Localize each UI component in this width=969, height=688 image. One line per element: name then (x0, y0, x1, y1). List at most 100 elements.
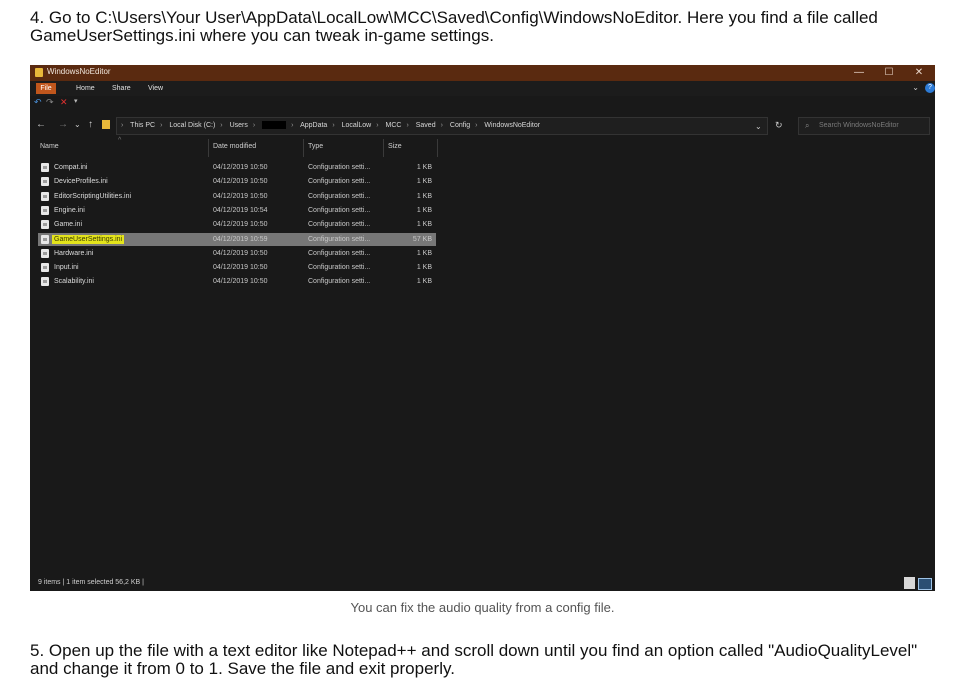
file-row[interactable]: Compat.ini 04/12/2019 10:50 Configuration … (38, 161, 436, 174)
back-button[interactable]: ← (36, 119, 46, 131)
breadcrumb-saved[interactable]: Saved (416, 122, 436, 129)
ini-file-icon (41, 248, 49, 258)
breadcrumb-config[interactable]: Config (450, 122, 470, 129)
file-date-modified: 04/12/2019 10:50 (213, 264, 268, 272)
ini-file-icon (41, 277, 49, 287)
file-name: Hardware.ini (54, 249, 94, 257)
maximize-button[interactable]: ☐ (879, 66, 899, 80)
ini-file-icon (41, 220, 49, 230)
breadcrumb-this-pc[interactable]: This PC (130, 122, 155, 129)
image-caption: You can fix the audio quality from a con… (350, 600, 615, 615)
file-type: Configuration setti... (308, 178, 371, 186)
folder-icon (35, 68, 43, 77)
file-row[interactable]: Scalability.ini 04/12/2019 10:50 Configura… (38, 275, 436, 288)
sort-arrow-icon: ^ (118, 137, 122, 144)
undo-icon[interactable]: ↶ (34, 96, 42, 108)
column-divider[interactable] (383, 139, 384, 157)
column-name[interactable]: Name (40, 143, 59, 150)
breadcrumb-users[interactable]: Users (230, 122, 248, 129)
column-divider[interactable] (303, 139, 304, 157)
file-name: Game.ini (54, 221, 83, 229)
help-icon[interactable]: ? (925, 83, 935, 93)
ini-file-icon (41, 177, 49, 187)
breadcrumb-windowsnoeditor[interactable]: WindowsNoEditor (484, 122, 540, 129)
file-date-modified: 04/12/2019 10:50 (213, 249, 268, 257)
refresh-icon[interactable]: ↻ (775, 120, 783, 131)
column-divider[interactable] (437, 139, 438, 157)
file-date-modified: 04/12/2019 10:59 (213, 235, 268, 243)
file-date-modified: 04/12/2019 10:50 (213, 221, 268, 229)
customize-toolbar-icon[interactable]: ▾ (74, 96, 78, 108)
file-type: Configuration setti... (308, 235, 371, 243)
file-name: Input.ini (54, 264, 79, 272)
forward-button[interactable]: → (58, 119, 68, 131)
file-type: Configuration setti... (308, 278, 371, 286)
status-bar: 9 items | 1 item selected 56,2 KB | (30, 575, 935, 591)
tab-home[interactable]: Home (76, 83, 95, 94)
step-4-text: 4. Go to C:\Users\Your User\AppData\Loca… (30, 8, 878, 45)
file-explorer-window: WindowsNoEditor — ☐ ✕ File Home Share Vi… (30, 65, 935, 591)
column-divider[interactable] (208, 139, 209, 157)
search-placeholder: Search WindowsNoEditor (819, 122, 899, 129)
expand-ribbon-icon[interactable]: ⌄ (912, 83, 919, 92)
minimize-button[interactable]: — (849, 66, 869, 80)
file-name: Compat.ini (54, 164, 88, 171)
tab-view[interactable]: View (148, 83, 163, 94)
file-size: 1 KB (416, 164, 432, 171)
file-row[interactable]: Game.ini 04/12/2019 10:50 Configuration se… (38, 218, 436, 231)
breadcrumb-appdata[interactable]: AppData (300, 122, 327, 129)
column-headers: ^ Name Date modified Type Size (30, 137, 935, 157)
large-icons-view-button[interactable] (918, 578, 932, 590)
file-size: 1 KB (416, 249, 432, 257)
file-date-modified: 04/12/2019 10:50 (213, 178, 268, 186)
column-size[interactable]: Size (388, 143, 402, 150)
file-row[interactable]: Engine.ini 04/12/2019 10:54 Configuration … (38, 204, 436, 217)
column-type[interactable]: Type (308, 143, 323, 150)
delete-icon[interactable]: ✕ (60, 96, 68, 108)
file-name: DeviceProfiles.ini (54, 178, 108, 186)
breadcrumb-mcc[interactable]: MCC (385, 122, 401, 129)
breadcrumb-locallow[interactable]: LocalLow (342, 122, 372, 129)
file-row[interactable]: Input.ini 04/12/2019 10:50 Configuration s… (38, 261, 436, 274)
status-text: 9 items | 1 item selected 56,2 KB | (38, 579, 144, 586)
file-type: Configuration setti... (308, 206, 371, 214)
file-row-selected[interactable]: GameUserSettings.ini 04/12/2019 10:59 Conf… (38, 232, 436, 246)
file-size: 1 KB (416, 192, 432, 200)
close-button[interactable]: ✕ (909, 66, 929, 80)
file-date-modified: 04/12/2019 10:50 (213, 164, 268, 171)
file-row[interactable]: DeviceProfiles.ini 04/12/2019 10:50 Config… (38, 175, 436, 188)
file-row[interactable]: EditorScriptingUtilities.ini 04/12/2019 1… (38, 190, 436, 203)
file-size: 1 KB (416, 221, 432, 229)
address-bar[interactable]: › This PC › Local Disk (C:) › Users › › App… (116, 117, 768, 135)
file-size: 1 KB (416, 206, 432, 214)
title-bar[interactable]: WindowsNoEditor — ☐ ✕ (30, 65, 935, 81)
ini-file-icon (41, 191, 49, 201)
recent-locations-button[interactable]: ⌄ (74, 119, 81, 131)
tab-share[interactable]: Share (112, 83, 131, 94)
search-box[interactable]: ⌕ Search WindowsNoEditor (798, 117, 930, 135)
step-5-text: 5. Open up the file with a text editor l… (30, 641, 918, 678)
quick-access-toolbar: ↶ ↷ ✕ ▾ (30, 96, 935, 108)
ini-file-icon (41, 205, 49, 215)
ini-file-icon (41, 263, 49, 273)
file-size: 1 KB (416, 178, 432, 186)
file-size: 57 KB (412, 235, 432, 243)
redacted-username (262, 121, 287, 130)
ini-file-icon (41, 163, 49, 172)
breadcrumb-local-disk[interactable]: Local Disk (C:) (169, 122, 215, 129)
file-name: Scalability.ini (54, 278, 94, 286)
up-button[interactable]: ↑ (88, 119, 93, 131)
details-view-button[interactable] (904, 577, 915, 589)
file-type: Configuration setti... (308, 221, 371, 229)
redo-icon[interactable]: ↷ (46, 96, 54, 108)
file-row[interactable]: Hardware.ini 04/12/2019 10:50 Configuratio… (38, 247, 436, 260)
tab-file[interactable]: File (36, 83, 56, 94)
address-row: ← → ⌄ ↑ › This PC › Local Disk (C:) › User… (30, 115, 935, 135)
ribbon-tabs: File Home Share View ⌄ ? (30, 81, 935, 96)
column-date[interactable]: Date modified (213, 143, 256, 150)
search-icon: ⌕ (805, 121, 810, 130)
address-dropdown-icon[interactable]: ⌄ (755, 122, 762, 131)
file-size: 1 KB (416, 278, 432, 286)
file-type: Configuration setti... (308, 192, 371, 200)
file-name: EditorScriptingUtilities.ini (54, 192, 132, 200)
